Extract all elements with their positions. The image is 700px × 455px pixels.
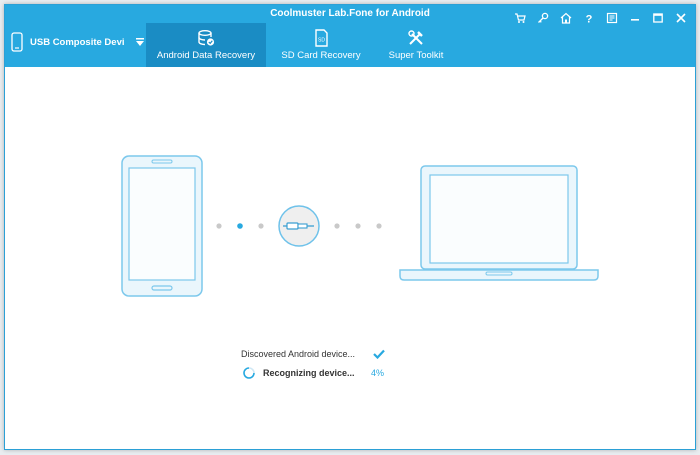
sd-card-icon: SD [315, 29, 328, 47]
window-controls: ? [511, 11, 689, 25]
main-content: Discovered Android device... Recognizing… [5, 67, 695, 449]
status-recognizing-text: Recognizing device... [263, 368, 355, 378]
svg-text:SD: SD [318, 38, 325, 44]
database-recovery-icon [198, 30, 215, 46]
maximize-icon[interactable] [649, 11, 666, 25]
svg-text:?: ? [585, 14, 592, 25]
progress-percent: 4% [371, 368, 385, 378]
tab-android-data-recovery[interactable]: Android Data Recovery [146, 23, 266, 67]
tab-label: Android Data Recovery [156, 50, 256, 61]
key-icon[interactable] [534, 11, 551, 25]
tab-super-toolkit[interactable]: Super Toolkit [356, 23, 476, 67]
loading-spinner-icon [243, 367, 255, 379]
progress-dot [334, 223, 340, 229]
phone-illustration [121, 155, 203, 297]
status-recognizing: Recognizing device... 4% [243, 367, 384, 379]
top-bar: Coolmuster Lab.Fone for Android USB Comp… [5, 5, 695, 67]
dropdown-icon[interactable] [135, 37, 145, 47]
status-discovered: Discovered Android device... [241, 349, 385, 359]
progress-dot [355, 223, 361, 229]
device-selector[interactable]: USB Composite Devi [11, 25, 145, 59]
help-icon[interactable]: ? [580, 11, 597, 25]
close-icon[interactable] [672, 11, 689, 25]
tab-label: Super Toolkit [388, 50, 444, 61]
cart-icon[interactable] [511, 11, 528, 25]
app-window: Coolmuster Lab.Fone for Android USB Comp… [4, 4, 696, 450]
phone-icon [11, 32, 23, 52]
status-discovered-text: Discovered Android device... [241, 349, 356, 359]
device-label: USB Composite Devi [30, 36, 125, 48]
laptop-illustration [399, 165, 599, 281]
feedback-icon[interactable] [603, 11, 620, 25]
checkmark-icon [373, 349, 385, 359]
tab-label: SD Card Recovery [281, 50, 361, 61]
progress-dot [237, 223, 243, 229]
progress-dot [258, 223, 264, 229]
minimize-icon[interactable] [626, 11, 643, 25]
progress-dot [376, 223, 382, 229]
connection-indicator [216, 205, 382, 247]
tools-icon [408, 30, 423, 45]
progress-dot [216, 223, 222, 229]
home-icon[interactable] [557, 11, 574, 25]
